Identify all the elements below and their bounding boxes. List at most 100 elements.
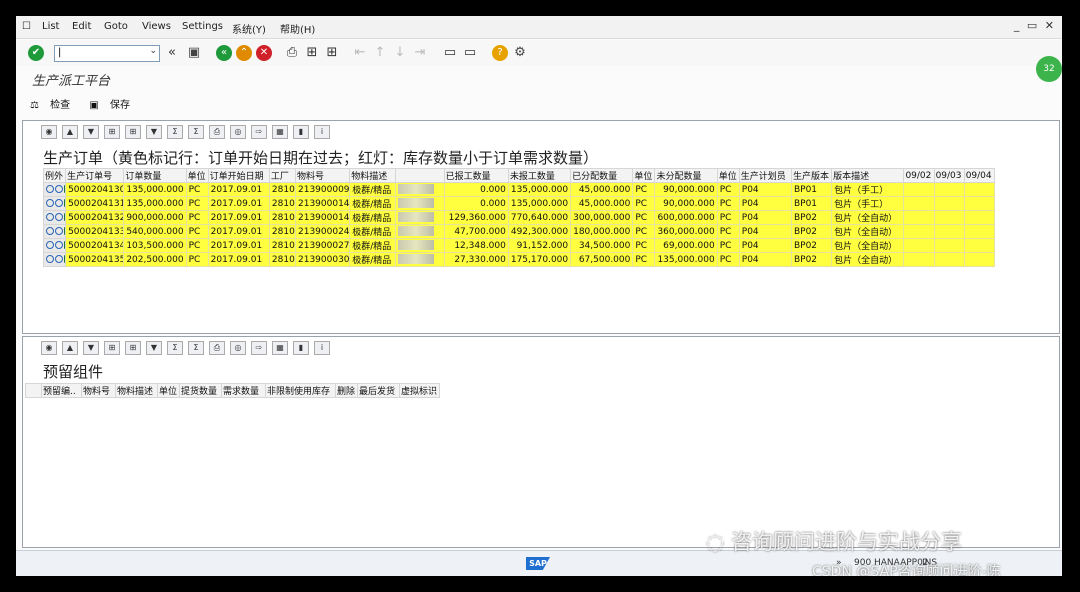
table-cell[interactable]: BP02: [790, 238, 833, 253]
last-page-icon[interactable]: ⇥: [412, 45, 428, 61]
info-icon[interactable]: i: [314, 341, 330, 355]
table-cell[interactable]: 极群/精品: [349, 182, 397, 197]
menu-views[interactable]: Views: [142, 21, 171, 32]
table-cell[interactable]: 900,000.000: [123, 210, 187, 225]
subtotal-icon[interactable]: Σ: [188, 341, 204, 355]
table-cell[interactable]: BP01: [790, 196, 833, 211]
table-row[interactable]: 5000204132 900,000.000 PC 2017.09.01 2810 213…: [42, 210, 996, 225]
find-icon[interactable]: ⊞: [104, 341, 120, 355]
table-row[interactable]: 5000204135 202,500.000 PC 2017.09.01 2810 213…: [42, 252, 996, 267]
table-cell[interactable]: 极群/精品: [349, 196, 397, 211]
table-cell[interactable]: PC: [632, 238, 656, 253]
date-cell[interactable]: [933, 182, 965, 197]
column-header[interactable]: 生产版本: [790, 168, 833, 183]
next-page-icon[interactable]: ↓: [392, 45, 408, 61]
table-cell[interactable]: 极群/精品: [349, 252, 397, 267]
column-header[interactable]: 09/02: [903, 168, 935, 183]
table-cell[interactable]: 包片（全自动）: [831, 224, 905, 239]
table-cell[interactable]: 213900009: [294, 182, 351, 197]
column-header[interactable]: 已报工数量: [443, 168, 509, 183]
info-icon[interactable]: i: [314, 125, 330, 139]
column-header[interactable]: 单位: [157, 383, 180, 398]
table-cell[interactable]: 2810: [268, 210, 297, 225]
sort-desc-icon[interactable]: ▼: [83, 125, 99, 139]
table-cell[interactable]: 5000204130: [65, 182, 125, 197]
help-icon[interactable]: ?: [492, 45, 508, 61]
table-cell[interactable]: 67,500.000: [570, 252, 634, 267]
column-header[interactable]: 生产计划员: [738, 168, 792, 183]
table-cell[interactable]: PC: [632, 252, 656, 267]
table-cell[interactable]: 极群/精品: [349, 210, 397, 225]
sort-asc-icon[interactable]: ▲: [62, 125, 78, 139]
column-header[interactable]: 例外: [42, 168, 67, 183]
table-cell[interactable]: PC: [185, 252, 209, 267]
column-header[interactable]: 09/04: [963, 168, 996, 183]
sum-icon[interactable]: Σ: [167, 125, 183, 139]
table-cell[interactable]: 135,000.000: [123, 182, 187, 197]
table-cell[interactable]: 2017.09.01: [207, 196, 270, 211]
table-cell[interactable]: 129,360.000: [443, 210, 509, 225]
table-cell[interactable]: 2810: [268, 196, 297, 211]
date-cell[interactable]: [963, 224, 996, 239]
table-cell[interactable]: 135,000.000: [507, 196, 572, 211]
table-cell[interactable]: PC: [632, 224, 656, 239]
back-icon[interactable]: «: [216, 45, 232, 61]
table-cell[interactable]: 213900030: [294, 252, 351, 267]
find-next-icon[interactable]: ⊞: [125, 125, 141, 139]
date-cell[interactable]: [963, 210, 996, 225]
table-row[interactable]: 5000204134 103,500.000 PC 2017.09.01 2810 213…: [42, 238, 996, 253]
layout-icon[interactable]: ▦: [272, 341, 288, 355]
save-button[interactable]: ▣ 保存: [89, 100, 138, 111]
sum-icon[interactable]: Σ: [167, 341, 183, 355]
table-cell[interactable]: 包片（手工）: [831, 196, 905, 211]
table-cell[interactable]: P04: [738, 182, 792, 197]
find-next-icon[interactable]: ⊞: [125, 341, 141, 355]
table-cell[interactable]: 5000204131: [65, 196, 125, 211]
shortcut-icon[interactable]: ▭: [462, 45, 478, 61]
table-cell[interactable]: 5000204135: [65, 252, 125, 267]
date-cell[interactable]: [933, 252, 965, 267]
table-cell[interactable]: 包片（全自动）: [831, 238, 905, 253]
table-cell[interactable]: 12,348.000: [443, 238, 509, 253]
find-icon[interactable]: ⊞: [304, 45, 320, 61]
settings-gear-icon[interactable]: ⚙: [512, 45, 528, 61]
chevron-down-icon[interactable]: ⌄: [149, 46, 157, 56]
table-cell[interactable]: 2810: [268, 224, 297, 239]
table-cell[interactable]: 202,500.000: [123, 252, 187, 267]
column-header[interactable]: 已分配数量: [570, 168, 634, 183]
save-disk-icon[interactable]: ▣: [186, 45, 202, 61]
table-cell[interactable]: PC: [716, 238, 740, 253]
table-cell[interactable]: 213900014: [294, 196, 351, 211]
table-cell[interactable]: P04: [738, 224, 792, 239]
column-header[interactable]: 需求数量: [221, 383, 266, 398]
column-header[interactable]: 虚拟标识: [399, 383, 440, 398]
table-cell[interactable]: PC: [632, 196, 656, 211]
table-cell[interactable]: P04: [738, 238, 792, 253]
date-cell[interactable]: [963, 196, 996, 211]
table-cell[interactable]: 540,000.000: [123, 224, 187, 239]
table-cell[interactable]: BP02: [790, 210, 833, 225]
export-icon[interactable]: ⇨: [251, 341, 267, 355]
column-header[interactable]: 预留编..: [41, 383, 82, 398]
table-cell[interactable]: P04: [738, 196, 792, 211]
table-cell[interactable]: 91,152.000: [507, 238, 572, 253]
table-cell[interactable]: BP02: [790, 252, 833, 267]
table-cell[interactable]: PC: [716, 224, 740, 239]
graphic-icon[interactable]: ▮: [293, 125, 309, 139]
table-cell[interactable]: 5000204132: [65, 210, 125, 225]
table-cell[interactable]: 2017.09.01: [207, 210, 270, 225]
date-cell[interactable]: [933, 196, 965, 211]
collapse-icon[interactable]: «: [164, 45, 180, 61]
table-cell[interactable]: 5000204133: [65, 224, 125, 239]
table-cell[interactable]: 包片（手工）: [831, 182, 905, 197]
table-cell[interactable]: PC: [185, 224, 209, 239]
date-cell[interactable]: [903, 252, 935, 267]
column-header[interactable]: 非限制使用库存: [265, 383, 336, 398]
menu-system[interactable]: 系统(Y): [232, 21, 266, 36]
find-icon[interactable]: ⊞: [104, 125, 120, 139]
date-cell[interactable]: [933, 210, 965, 225]
date-cell[interactable]: [963, 238, 996, 253]
table-cell[interactable]: 770,640.000: [507, 210, 572, 225]
prev-page-icon[interactable]: ↑: [372, 45, 388, 61]
table-cell[interactable]: 34,500.000: [570, 238, 634, 253]
